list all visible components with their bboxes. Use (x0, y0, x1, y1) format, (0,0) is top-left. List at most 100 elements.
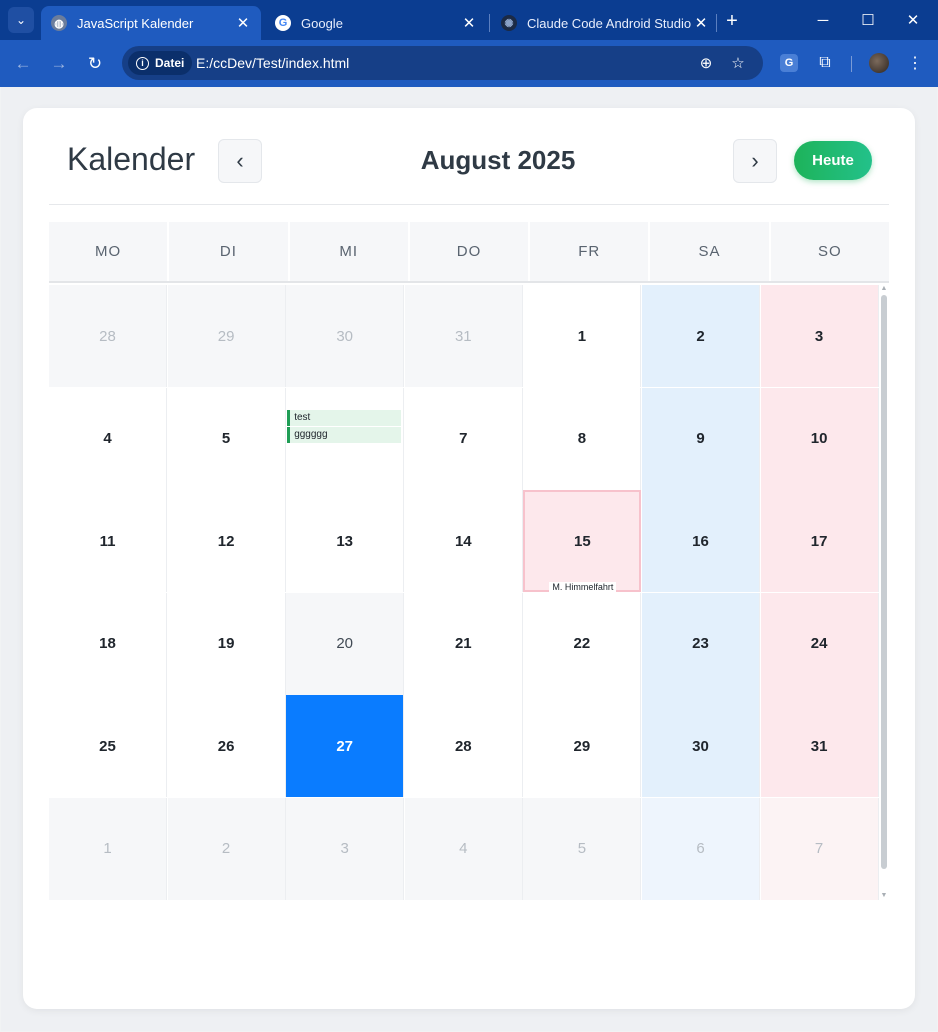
day-number: 7 (459, 430, 468, 447)
day-cell[interactable]: 2 (167, 797, 286, 900)
day-cell[interactable]: 15 M. Himmelfahrt (523, 490, 642, 592)
tab-search-button[interactable]: ⌄ (8, 7, 34, 33)
day-cell[interactable]: 25 (49, 695, 167, 797)
day-cell[interactable]: 26 (168, 695, 286, 797)
back-button[interactable]: ← (11, 52, 35, 76)
reload-icon: ↻ (87, 54, 103, 73)
day-cell[interactable]: 6testgggggg (286, 387, 405, 490)
close-window-button[interactable]: ✕ (891, 6, 935, 34)
next-month-button[interactable]: › (733, 139, 777, 183)
day-cell[interactable]: 7 (760, 797, 879, 900)
toolbar-divider (851, 56, 852, 72)
tab-claude-code[interactable]: ✺ Claude Code Android Studio ✕ (491, 6, 719, 40)
day-cell[interactable]: 31 (404, 285, 523, 387)
weekday-mo: MO (49, 222, 168, 281)
site-chip-label: Datei (155, 56, 185, 70)
day-cell[interactable]: 29 (167, 285, 286, 387)
extensions-icon[interactable]: ⧉ (813, 51, 837, 75)
scrollbar-thumb[interactable] (881, 295, 887, 869)
zoom-icon[interactable]: ⊕ (696, 53, 716, 73)
day-cell[interactable]: 17 (760, 490, 879, 592)
bookmark-star-icon[interactable]: ☆ (728, 53, 748, 73)
day-cell[interactable]: 29 (523, 695, 642, 797)
day-number: 12 (217, 532, 235, 550)
chevron-down-icon: ⌄ (15, 13, 27, 27)
day-cell[interactable]: 22 (523, 592, 642, 695)
day-number: 5 (221, 430, 231, 447)
day-number: 29 (573, 737, 591, 755)
tab-divider (489, 14, 490, 32)
close-icon[interactable]: ✕ (691, 13, 711, 33)
day-cell[interactable]: 30 (642, 695, 760, 797)
day-cell[interactable]: 9 (642, 387, 760, 490)
arrow-right-icon: → (50, 54, 68, 73)
day-number: 24 (810, 635, 828, 652)
scroll-down-arrow-icon[interactable]: ▼ (880, 892, 888, 899)
day-number: 17 (810, 532, 828, 550)
tab-google[interactable]: G Google ✕ (265, 6, 487, 40)
day-cell[interactable]: 1 (523, 285, 642, 387)
day-number: 21 (454, 635, 472, 652)
today-button[interactable]: Heute (794, 141, 872, 180)
day-cell[interactable]: 28 (49, 285, 167, 387)
prev-month-button[interactable]: ‹ (218, 139, 262, 183)
tab-title: Claude Code Android Studio (527, 15, 691, 31)
scroll-up-arrow-icon[interactable]: ▲ (880, 285, 888, 292)
day-cell[interactable]: 28 (405, 695, 523, 797)
day-cell[interactable]: 12 (168, 490, 286, 592)
day-cell[interactable]: 2 (642, 285, 760, 387)
day-cell[interactable]: 27 (286, 695, 405, 797)
day-number: 4 (459, 840, 468, 857)
day-cell[interactable]: 21 (405, 592, 523, 695)
translate-icon[interactable]: G (780, 54, 798, 72)
day-number: 10 (810, 430, 828, 447)
day-cell[interactable]: 14 (405, 490, 523, 592)
day-number: 19 (217, 635, 235, 652)
url-text: E:/ccDev/Test/index.html (196, 55, 350, 71)
day-cell[interactable]: 24 (760, 592, 879, 695)
day-cell[interactable]: 8 (523, 387, 642, 490)
day-cell[interactable]: 23 (642, 592, 760, 695)
day-cell[interactable]: 19 (168, 592, 286, 695)
day-cell[interactable]: 1 (49, 797, 167, 900)
month-label: August 2025 (420, 145, 576, 175)
day-cell[interactable]: 5 (168, 387, 286, 490)
maximize-button[interactable]: ☐ (846, 6, 890, 34)
calendar-grid: 28293031123456testgggggg789101112131415M… (49, 285, 879, 900)
scrollbar[interactable]: ▲ ▼ (879, 285, 889, 899)
day-cell[interactable]: 6 (642, 797, 760, 900)
close-icon[interactable]: ✕ (233, 13, 253, 33)
menu-kebab-icon[interactable]: ⋮ (903, 51, 927, 75)
reload-button[interactable]: ↻ (83, 52, 107, 76)
day-number: 3 (814, 327, 824, 345)
day-cell[interactable]: 30 (286, 285, 405, 387)
forward-button[interactable]: → (47, 52, 71, 76)
minimize-button[interactable]: ─ (801, 6, 845, 34)
day-cell[interactable]: 31 (760, 695, 879, 797)
day-cell[interactable]: 20 (286, 592, 405, 695)
weekday-di: DI (169, 222, 288, 281)
event-item[interactable]: test (287, 409, 402, 426)
day-number: 31 (454, 327, 472, 345)
day-cell[interactable]: 4 (49, 387, 167, 490)
day-cell[interactable]: 7 (405, 387, 523, 490)
day-cell[interactable]: 10 (760, 387, 879, 490)
day-cell[interactable]: 11 (49, 490, 167, 592)
close-icon[interactable]: ✕ (459, 13, 479, 33)
address-bar[interactable]: i Datei E:/ccDev/Test/index.html ⊕ ☆ (122, 46, 763, 80)
day-cell[interactable]: 16 (642, 490, 760, 592)
day-number: 1 (577, 327, 587, 345)
new-tab-button[interactable]: + (721, 10, 743, 32)
event-item[interactable]: gggggg (287, 426, 402, 443)
day-cell[interactable]: 13 (286, 490, 405, 592)
day-cell[interactable]: 3 (760, 285, 879, 387)
profile-avatar[interactable] (869, 53, 889, 73)
site-info-chip[interactable]: i Datei (128, 51, 193, 75)
day-number: 4 (103, 430, 112, 447)
day-cell[interactable]: 18 (49, 592, 167, 695)
day-cell[interactable]: 5 (523, 797, 642, 900)
day-cell[interactable]: 4 (404, 797, 523, 900)
tab-javascript-kalender[interactable]: ◍ JavaScript Kalender ✕ (41, 6, 261, 40)
tab-divider (716, 14, 717, 32)
day-cell[interactable]: 3 (286, 797, 405, 900)
